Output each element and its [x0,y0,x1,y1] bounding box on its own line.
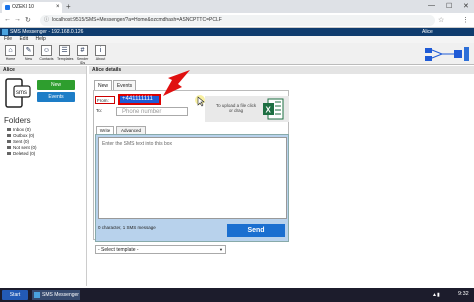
clock: 9:32 [458,291,469,297]
folder-icon [7,152,11,156]
toolbar-senderids-button[interactable]: # Sender IDs [75,45,90,65]
sender-id-icon: # [77,45,88,56]
folder-not-sent-label: Not sent (0) [13,145,37,150]
taskbar-sms-messenger[interactable]: SMS Messenger [32,290,80,300]
folders-title: Folders [4,116,31,125]
app-icon [34,292,40,298]
mouse-cursor-icon [195,95,205,107]
toolbar-senderids-label: Sender IDs [76,57,89,65]
left-panel-header: Alice [0,66,86,74]
toolbar-templates-button[interactable]: ☰ Templates [57,45,74,63]
recipient-phone-input[interactable]: Phone number [116,107,188,116]
toolbar-new-label: New [24,57,33,61]
red-arrow-icon [163,70,190,96]
toolbar-about-label: About [95,57,106,61]
network-logo-icon [425,47,469,61]
svg-text:X: X [266,106,272,115]
events-button[interactable]: Events [37,92,75,102]
app-menu-bar: File Edit Help [0,36,474,43]
favicon-icon [5,5,10,10]
from-sender-field[interactable]: +441111111 [118,94,161,105]
toolbar-home-label: Home [5,57,16,61]
folder-sent[interactable]: Sent (0) [7,139,29,144]
app-toolbar: ⌂ Home ✎ New ☺ Contacts ☰ Templates # Se… [0,43,474,65]
upload-hint: To upload a file click or drag [215,103,257,113]
menu-edit[interactable]: Edit [19,36,28,42]
tab-advanced[interactable]: Advanced [116,126,146,134]
reload-icon[interactable]: ↻ [25,16,31,24]
excel-icon: X [263,98,284,120]
contacts-icon: ☺ [41,45,52,56]
taskbar-item-label: SMS Messenger [42,292,79,298]
tab-close-icon[interactable]: × [56,2,60,13]
new-document-icon: ✎ [23,45,34,56]
url-text: localhost:9515/SMS+Messenger/?a=Home&ozc… [52,17,222,23]
new-message-button[interactable]: New [37,80,75,90]
folder-sent-label: Sent (0) [13,139,30,144]
folder-icon [7,134,11,138]
tab-new[interactable]: New [94,80,112,90]
folder-outbox-label: Outbox (0) [13,133,35,138]
toolbar-new-button[interactable]: ✎ New [21,45,36,63]
new-tab-button[interactable]: + [66,2,71,12]
taskbar: Start SMS Messenger ▲▮ 9:32 [0,288,474,302]
start-button[interactable]: Start [2,290,28,300]
folder-icon [7,146,11,150]
sms-text-input[interactable]: Enter the SMS text into this box [98,137,287,219]
network-tray-icon[interactable]: ▲▮ [432,292,440,298]
address-bar-row: ← → ↻ ⓘ localhost:9515/SMS+Messenger/?a=… [0,13,474,28]
folder-inbox[interactable]: Inbox (0) [7,127,31,132]
folder-not-sent[interactable]: Not sent (0) [7,145,37,150]
url-input[interactable]: ⓘ localhost:9515/SMS+Messenger/?a=Home&o… [40,15,435,26]
app-logo-icon [2,29,8,35]
toolbar-home-button[interactable]: ⌂ Home [3,45,18,63]
folder-outbox[interactable]: Outbox (0) [7,133,34,138]
character-count: 0 character, 1 SMS message [98,225,156,230]
svg-text:sms: sms [16,90,27,96]
maximize-button[interactable]: ☐ [446,2,452,10]
user-name[interactable]: Alice [422,28,433,36]
send-button[interactable]: Send [227,224,285,237]
browser-tabbar: OZEKI 10 (192.168.0.126) × + — ☐ ✕ [0,0,474,21]
to-label: To: [96,108,103,113]
left-panel: Alice sms New Events Folders Inbox (0) O… [0,66,87,286]
toolbar-about-button[interactable]: i About [93,45,108,63]
sms-compose-box: Enter the SMS text into this box 0 chara… [95,134,289,242]
from-label: From: [95,96,115,104]
toolbar-contacts-button[interactable]: ☺ Contacts [39,45,54,63]
folder-icon [7,140,11,144]
main-panel-header: Alice details [89,66,474,74]
back-icon[interactable]: ← [4,16,11,23]
minimize-button[interactable]: — [428,2,435,9]
forward-icon[interactable]: → [14,16,21,23]
toolbar-templates-label: Templates [57,57,74,61]
bookmark-star-icon[interactable]: ☆ [438,16,444,24]
tab-events[interactable]: Events [113,80,136,90]
close-window-button[interactable]: ✕ [463,2,469,10]
chevron-down-icon: ▼ [219,247,223,252]
menu-help[interactable]: Help [35,36,45,42]
tab-write[interactable]: Write [96,126,114,134]
file-upload-area[interactable]: To upload a file click or drag X [205,96,289,122]
folder-inbox-label: Inbox (0) [13,127,31,132]
folder-icon [7,128,11,132]
about-icon: i [95,45,106,56]
folder-deleted[interactable]: Deleted (0) [7,151,35,156]
home-icon: ⌂ [5,45,16,56]
toolbar-contacts-label: Contacts [39,57,54,61]
browser-menu-icon[interactable]: ⋮ [462,16,469,24]
templates-icon: ☰ [59,45,70,56]
app-title-bar: SMS Messenger - 192.168.0.126 Alice [0,28,474,36]
browser-tab[interactable]: OZEKI 10 (192.168.0.126) × [2,2,62,21]
template-select-value: - Select template - [98,247,139,253]
info-icon[interactable]: ⓘ [44,15,49,26]
sms-phone-icon: sms [5,78,31,108]
folder-deleted-label: Deleted (0) [13,151,36,156]
template-select[interactable]: - Select template - ▼ [95,245,226,254]
app-title: SMS Messenger - 192.168.0.126 [10,29,84,35]
menu-file[interactable]: File [4,36,12,42]
